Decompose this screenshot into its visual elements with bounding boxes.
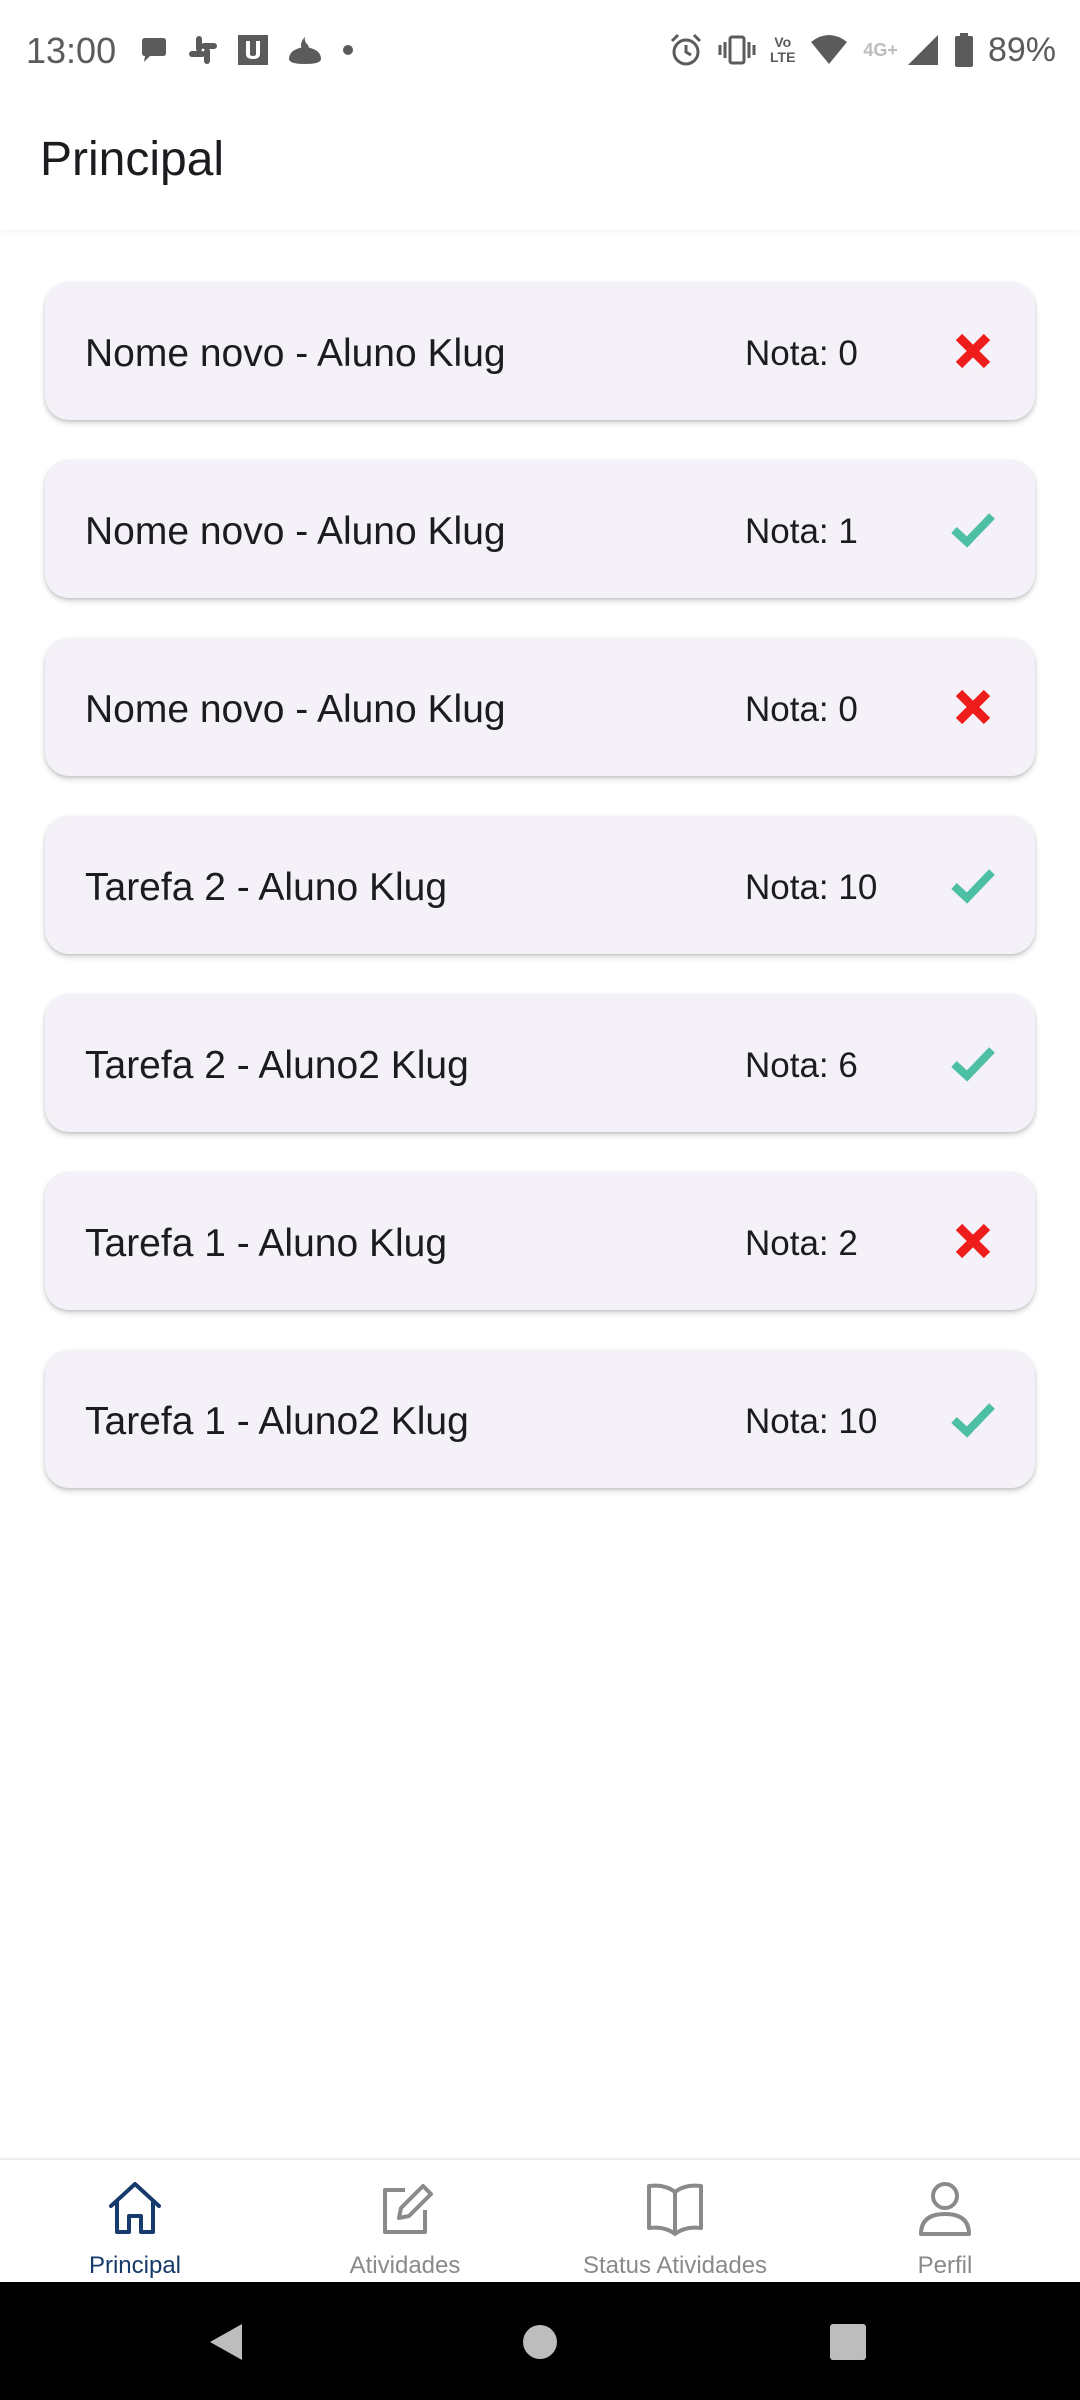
battery-icon: [954, 32, 974, 68]
santander-flame-icon: [286, 33, 324, 67]
vibrate-icon: [718, 32, 756, 68]
slack-icon: [186, 33, 220, 67]
incorrect-x-icon: [950, 328, 996, 374]
task-card[interactable]: Tarefa 1 - Aluno2 Klug Nota: 10: [45, 1350, 1035, 1488]
recents-button[interactable]: [828, 2322, 868, 2362]
home-button[interactable]: [520, 2322, 560, 2362]
task-name: Tarefa 2 - Aluno Klug: [85, 866, 448, 909]
nav-item-atividades[interactable]: Atividades: [270, 2160, 540, 2284]
nav-item-perfil[interactable]: Perfil: [810, 2160, 1080, 2284]
system-status-icons: Vo LTE 4G+ 89%: [668, 28, 1056, 72]
battery-percentage: 89%: [987, 30, 1056, 69]
u-app-icon: [236, 33, 270, 67]
status-bar: 13:00 Vo LTE 4G+ 89%: [0, 0, 1080, 100]
task-card[interactable]: Nome novo - Aluno Klug Nota: 0: [45, 282, 1035, 420]
incorrect-x-icon: [950, 1218, 996, 1264]
home-icon: [103, 2176, 167, 2240]
task-card[interactable]: Nome novo - Aluno Klug Nota: 0: [45, 638, 1035, 776]
task-card[interactable]: Tarefa 2 - Aluno2 Klug Nota: 6: [45, 994, 1035, 1132]
wifi-icon: [809, 32, 849, 68]
alarm-icon: [668, 32, 704, 68]
task-card[interactable]: Tarefa 1 - Aluno Klug Nota: 2: [45, 1172, 1035, 1310]
system-navigation-bar: [0, 2282, 1080, 2400]
person-icon: [913, 2176, 977, 2240]
task-name: Tarefa 1 - Aluno Klug: [85, 1222, 448, 1265]
nav-label: Status Atividades: [582, 2252, 768, 2279]
volte-icon: Vo LTE: [770, 35, 795, 65]
task-name: Nome novo - Aluno Klug: [85, 510, 506, 553]
page-title: Principal: [40, 133, 225, 186]
status-time: 13:00: [26, 30, 117, 71]
nav-label: Atividades: [349, 2252, 461, 2279]
task-card[interactable]: Tarefa 2 - Aluno Klug Nota: 10: [45, 816, 1035, 954]
correct-check-icon: [950, 506, 996, 552]
task-grade: Nota: 0: [745, 334, 858, 373]
task-grade: Nota: 2: [745, 1224, 858, 1263]
task-grade: Nota: 0: [745, 690, 858, 729]
task-name: Nome novo - Aluno Klug: [85, 688, 506, 731]
task-card[interactable]: Nome novo - Aluno Klug Nota: 1: [45, 460, 1035, 598]
nav-label: Perfil: [917, 2252, 973, 2279]
screen: 13:00 Vo LTE 4G+ 89% Principal Nome novo…: [0, 0, 1080, 2400]
task-grade: Nota: 10: [745, 1402, 878, 1441]
task-name: Nome novo - Aluno Klug: [85, 332, 506, 375]
chat-bubble-icon: [136, 33, 170, 67]
nav-item-principal[interactable]: Principal: [0, 2160, 270, 2284]
bottom-navigation: Principal Atividades Status Atividades P…: [0, 2158, 1080, 2284]
nav-label: Principal: [88, 2252, 182, 2279]
nav-item-status-atividades[interactable]: Status Atividades: [540, 2160, 810, 2284]
back-button[interactable]: [206, 2322, 246, 2362]
correct-check-icon: [950, 1396, 996, 1442]
incorrect-x-icon: [950, 684, 996, 730]
task-name: Tarefa 2 - Aluno2 Klug: [85, 1044, 469, 1087]
edit-icon: [373, 2176, 437, 2240]
correct-check-icon: [950, 1040, 996, 1086]
task-grade: Nota: 6: [745, 1046, 858, 1085]
correct-check-icon: [950, 862, 996, 908]
volte-line1: Vo: [774, 34, 792, 50]
task-name: Tarefa 1 - Aluno2 Klug: [85, 1400, 469, 1443]
notification-icons: [136, 30, 356, 70]
book-icon: [643, 2176, 707, 2240]
task-grade: Nota: 10: [745, 868, 878, 907]
top-app-bar: Principal: [0, 100, 1080, 230]
task-list: Nome novo - Aluno Klug Nota: 0 Nome novo…: [45, 282, 1035, 1528]
network-type-label: 4G+: [863, 39, 898, 60]
cell-signal-icon: [906, 33, 940, 67]
volte-line2: LTE: [770, 49, 796, 65]
more-notifications-dot-icon: [340, 42, 356, 58]
task-grade: Nota: 1: [745, 512, 858, 551]
